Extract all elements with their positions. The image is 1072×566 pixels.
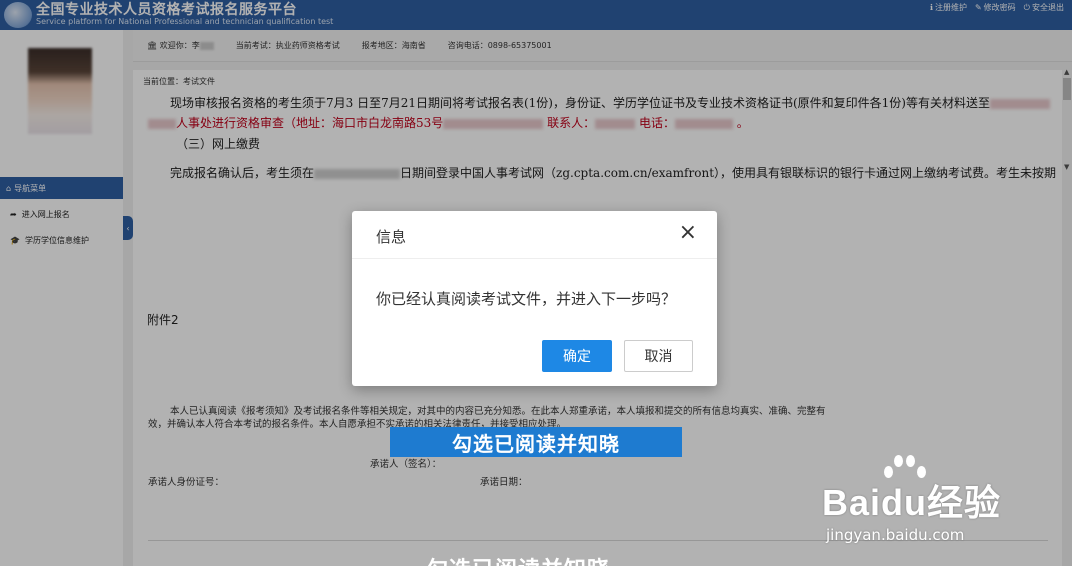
close-icon[interactable]: × bbox=[679, 222, 697, 244]
watermark-brand: Baidu经验 bbox=[822, 482, 1002, 523]
dialog-title: 信息 bbox=[376, 228, 407, 246]
cancel-button[interactable]: 取消 bbox=[624, 340, 693, 372]
video-caption-main: 勾选已阅读并知晓 bbox=[390, 427, 682, 457]
confirm-dialog: 信息 × 你已经认真阅读考试文件，并进入下一步吗？ 确定 取消 bbox=[352, 211, 717, 386]
confirm-button[interactable]: 确定 bbox=[542, 340, 612, 372]
watermark-url: jingyan.baidu.com bbox=[826, 526, 965, 544]
baidu-watermark: Baidu经验 jingyan.baidu.com bbox=[822, 452, 1062, 562]
video-caption-bottom: 勾选已阅读并知晓 bbox=[426, 552, 610, 566]
dialog-divider bbox=[352, 258, 717, 259]
dialog-message: 你已经认真阅读考试文件，并进入下一步吗？ bbox=[376, 290, 677, 308]
